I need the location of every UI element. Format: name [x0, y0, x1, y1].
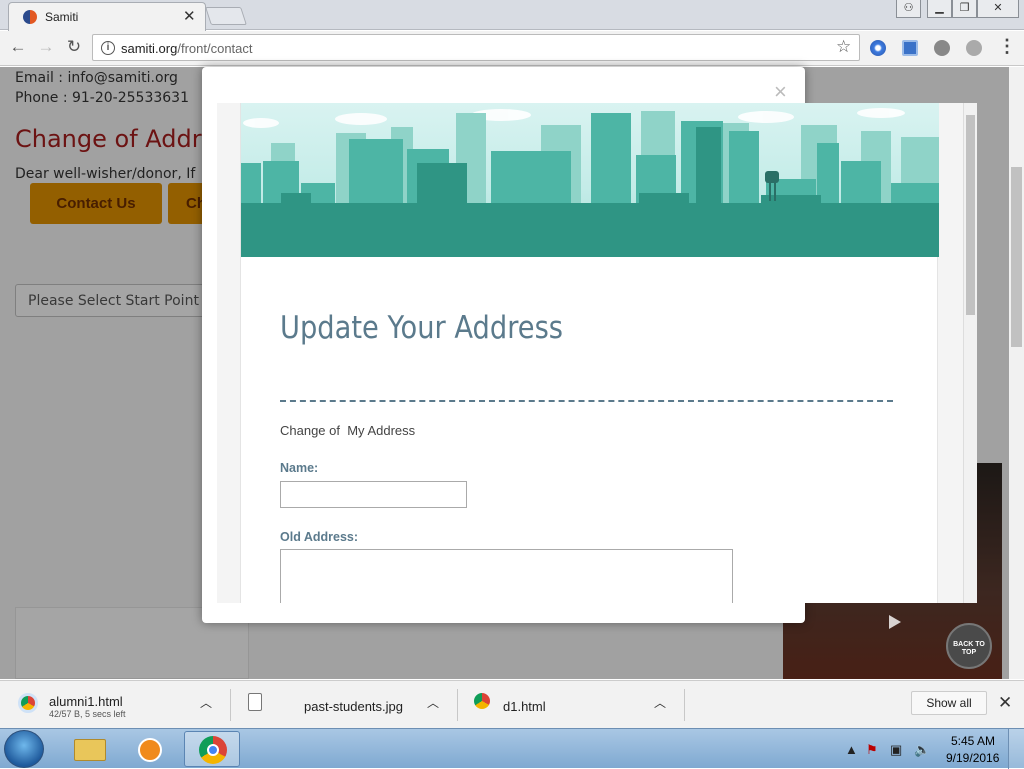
extension-icon[interactable] [966, 40, 982, 56]
action-center-icon[interactable]: ⚑ [866, 742, 878, 758]
form-scrollbar-thumb[interactable] [966, 115, 975, 315]
name-label: Name: [280, 461, 319, 475]
clock-date[interactable]: 9/19/2016 [946, 751, 999, 765]
extension-icon[interactable] [870, 40, 886, 56]
update-address-modal: × Update Your Address Change of My Addre… [202, 67, 977, 623]
file-explorer-icon[interactable] [62, 731, 118, 767]
chrome-file-icon [474, 693, 490, 709]
address-bar[interactable]: i samiti.org/front/contact ☆ [92, 34, 860, 61]
divider [684, 689, 685, 721]
url-path: /front/contact [177, 41, 253, 56]
name-input[interactable] [280, 481, 467, 508]
chevron-up-icon[interactable]: ︿ [427, 694, 439, 711]
downloads-bar: alumni1.html 42/57 B, 5 secs left ︿ past… [0, 680, 1024, 728]
play-icon[interactable] [889, 615, 901, 629]
form-scrollbar[interactable] [963, 103, 977, 603]
close-downloads-icon[interactable]: ✕ [998, 693, 1012, 713]
chevron-up-icon[interactable]: ︿ [654, 694, 666, 711]
start-button[interactable] [4, 730, 44, 768]
maximize-button[interactable]: ❐ [952, 0, 977, 18]
chrome-file-icon [18, 693, 38, 713]
dashed-divider [280, 400, 893, 402]
profile-button[interactable]: ⚇ [896, 0, 921, 18]
form-description: Change of My Address [280, 423, 416, 438]
city-skyline-banner [241, 103, 939, 257]
chevron-up-icon[interactable]: ︿ [200, 694, 212, 711]
media-player-icon[interactable] [122, 731, 178, 767]
tab-title: Samiti [45, 10, 79, 24]
download-name: past-students.jpg [304, 699, 404, 714]
page-scrollbar-thumb[interactable] [1011, 167, 1022, 347]
menu-kebab-icon[interactable]: ⋮ [998, 36, 1016, 57]
info-icon[interactable]: i [101, 41, 115, 55]
download-item[interactable]: alumni1.html 42/57 B, 5 secs left ︿ [0, 681, 230, 729]
back-arrow-icon[interactable]: ← [6, 37, 30, 57]
network-icon[interactable]: ▣ [890, 742, 902, 758]
image-file-icon [248, 693, 262, 711]
page-scrollbar[interactable] [1009, 67, 1024, 679]
show-all-button[interactable]: Show all [911, 691, 987, 715]
tab-samiti[interactable]: Samiti ✕ [8, 2, 206, 31]
browser-toolbar: ← → ↻ i samiti.org/front/contact ☆ ⋮ [0, 31, 1024, 66]
reload-icon[interactable]: ↻ [62, 37, 86, 57]
url-text[interactable]: samiti.org/front/contact [121, 41, 253, 56]
skyline-illustration [241, 108, 939, 257]
form-frame: Update Your Address Change of My Address… [217, 103, 977, 603]
tab-strip: Samiti ✕ ⚇ ▁ ❐ ✕ [0, 0, 1024, 31]
form-title: Update Your Address [280, 310, 564, 346]
old-address-textarea[interactable] [280, 549, 733, 603]
extension-icon[interactable] [934, 40, 950, 56]
tab-close-icon[interactable]: ✕ [183, 7, 196, 25]
chrome-taskbar-icon[interactable] [184, 731, 240, 767]
clock-time[interactable]: 5:45 AM [951, 734, 995, 748]
download-name: d1.html [503, 699, 546, 714]
old-address-label: Old Address: [280, 530, 359, 544]
volume-icon[interactable]: 🔈 [914, 742, 930, 758]
samiti-favicon-icon [23, 10, 37, 24]
back-to-top-button[interactable]: BACK TO TOP [946, 623, 992, 669]
download-item[interactable]: d1.html ︿ [458, 681, 684, 729]
bookmark-star-icon[interactable]: ☆ [836, 37, 851, 57]
modal-close-icon[interactable]: × [774, 79, 787, 105]
form-container: Update Your Address Change of My Address… [240, 103, 939, 603]
download-name: alumni1.html [49, 694, 123, 709]
download-item[interactable]: past-students.jpg ︿ [231, 681, 457, 729]
close-window-button[interactable]: ✕ [977, 0, 1019, 18]
forward-arrow-icon[interactable]: → [34, 37, 58, 57]
new-tab-button[interactable] [205, 7, 247, 25]
show-hidden-icons[interactable]: ▲ [845, 742, 858, 757]
windows-taskbar: ▲ ⚑ ▣ 🔈 5:45 AM 9/19/2016 [0, 728, 1024, 769]
show-desktop-button[interactable] [1008, 729, 1024, 769]
download-status: 42/57 B, 5 secs left [49, 709, 126, 719]
extension-icon[interactable] [902, 40, 918, 56]
url-domain: samiti.org [121, 41, 178, 56]
minimize-button[interactable]: ▁ [927, 0, 952, 18]
